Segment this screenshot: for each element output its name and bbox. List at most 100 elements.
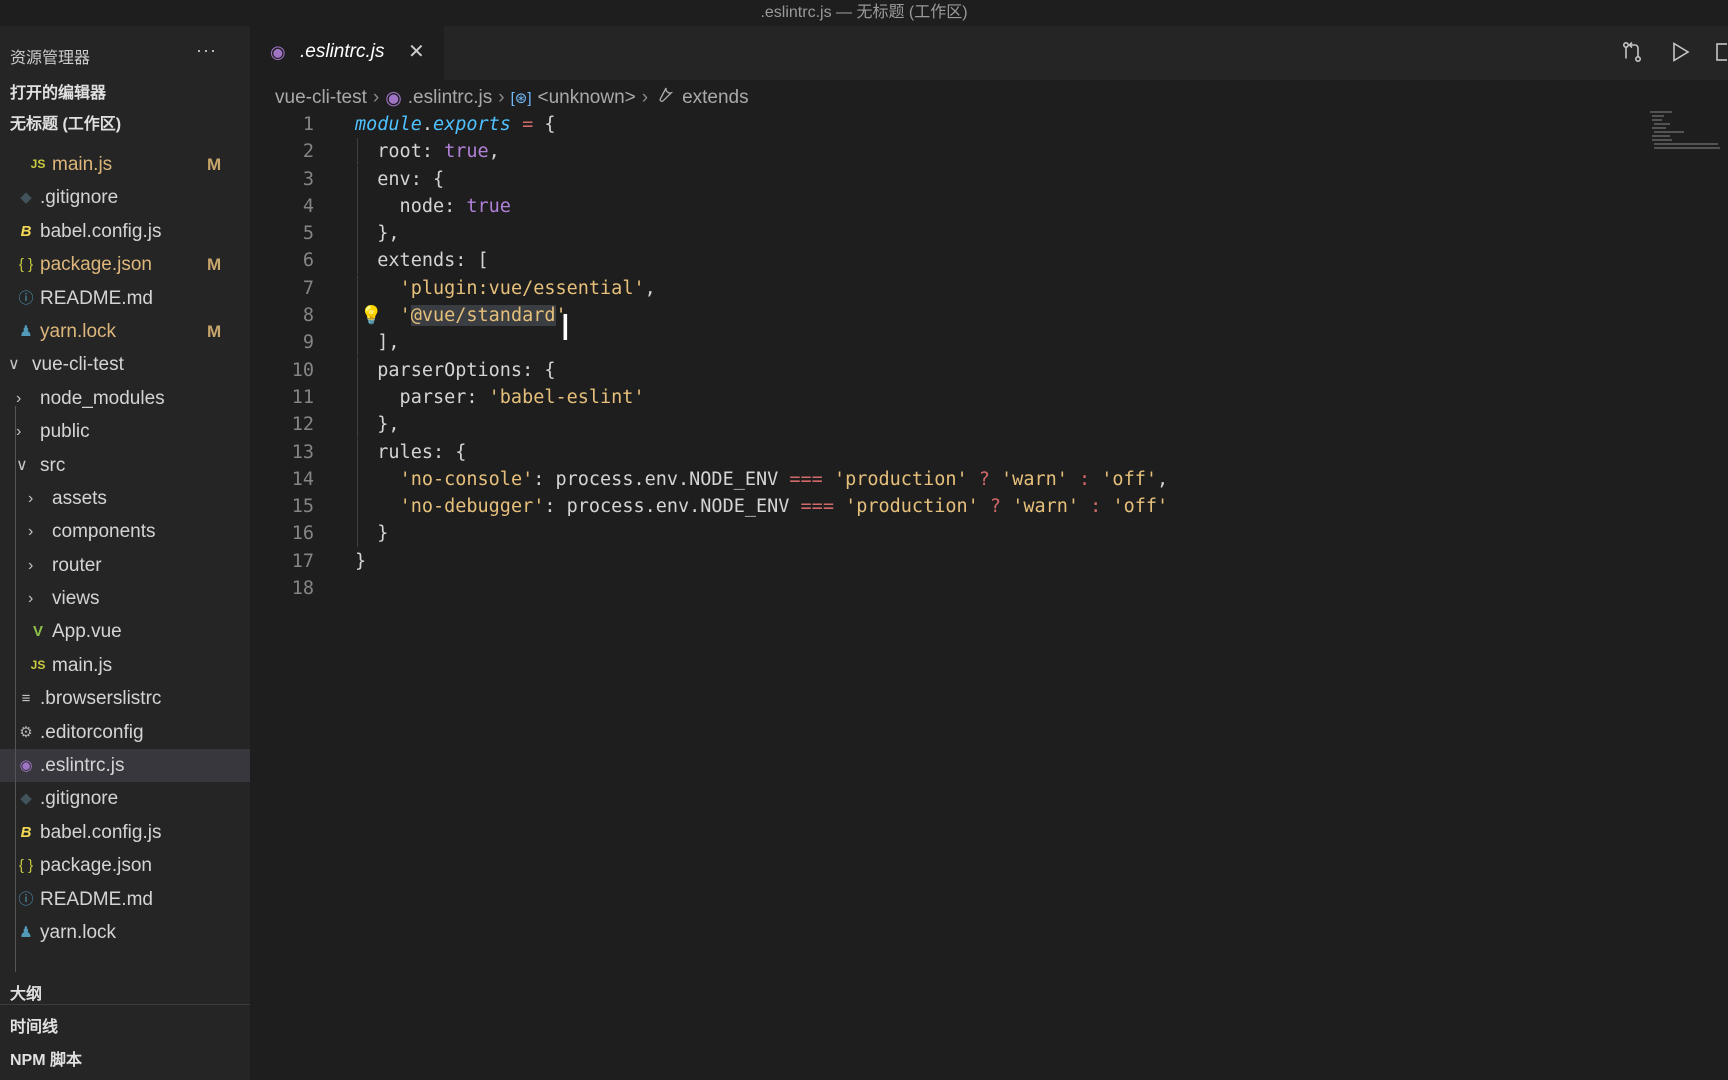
line-number: 4 xyxy=(302,195,314,217)
wrench-icon xyxy=(654,85,674,111)
code-line: 8 💡 '@vue/standard' xyxy=(0,302,1650,330)
code-token: 'warn' xyxy=(1012,496,1080,518)
code-text: parser: 'babel-eslint' xyxy=(355,384,645,411)
code-editor[interactable]: 1 module.exports = {2 root: true, 3 env: {… xyxy=(0,111,1650,602)
tree-item-label: App.vue xyxy=(52,621,122,643)
code-text: module.exports = { xyxy=(355,111,556,138)
babel-file-icon: B xyxy=(20,823,32,841)
breadcrumb-symbol[interactable]: <unknown> xyxy=(537,87,635,109)
tree-item[interactable]: ⓘ README.md xyxy=(0,883,250,916)
tab-eslintrc[interactable]: ◉ .eslintrc.js ✕ xyxy=(250,26,444,80)
code-token: extends: [ xyxy=(355,250,489,272)
breadcrumb-folder[interactable]: vue-cli-test xyxy=(275,87,367,109)
line-number: 17 xyxy=(291,550,314,572)
code-token: @vue/standard xyxy=(410,305,556,327)
tree-item-label: .gitignore xyxy=(40,788,119,810)
code-text: 'no-console': process.env.NODE_ENV === '… xyxy=(355,466,1169,493)
window-title: .eslintrc.js — 无标题 (工作区) xyxy=(0,0,1728,26)
code-line: 4 node: true xyxy=(0,192,1650,220)
code-token: ' xyxy=(399,305,411,327)
tree-item[interactable]: Bbabel.config.js xyxy=(0,816,250,849)
line-number: 11 xyxy=(291,386,314,408)
variable-symbol-icon: [⊛] xyxy=(510,90,532,107)
tree-item[interactable]: V App.vue xyxy=(0,615,250,648)
tree-item-label: main.js xyxy=(52,654,113,676)
code-token: rules: { xyxy=(355,441,467,463)
code-token: 'no-debugger' xyxy=(399,496,545,518)
open-editors-section[interactable]: 打开的编辑器 xyxy=(10,79,106,103)
outline-panel[interactable]: 大纲 xyxy=(0,978,250,1011)
close-icon[interactable]: ✕ xyxy=(408,39,425,64)
tree-item-label: .eslintrc.js xyxy=(40,755,125,777)
code-text: parserOptions: { xyxy=(355,357,555,384)
npm-scripts-panel[interactable]: NPM 脚本 xyxy=(0,1044,250,1077)
code-token: }, xyxy=(355,223,400,245)
code-token: = xyxy=(522,114,534,135)
code-token: 'off' xyxy=(1101,468,1157,490)
tree-item-label: babel.config.js xyxy=(40,821,162,843)
line-number: 7 xyxy=(302,277,314,299)
code-text: }, xyxy=(355,220,400,247)
code-token: : xyxy=(1090,496,1102,518)
tree-item[interactable]: JS main.js xyxy=(0,649,250,682)
code-line: 13 rules: { xyxy=(0,438,1650,466)
code-line: 17} xyxy=(0,548,1650,575)
tree-item[interactable]: ◉ .eslintrc.js xyxy=(0,749,250,783)
tree-item[interactable]: { } package.json xyxy=(0,849,250,882)
list-file-icon: ≡ xyxy=(21,690,31,708)
breadcrumb-property[interactable]: extends xyxy=(682,87,749,109)
chevron-right-icon: › xyxy=(498,87,505,108)
split-editor-icon[interactable] xyxy=(1715,40,1728,70)
more-actions-icon[interactable]: ··· xyxy=(196,40,217,61)
json-file-icon: { } xyxy=(18,857,34,875)
tree-item-label: yarn.lock xyxy=(40,921,117,943)
tree-item[interactable]: ⚙ .editorconfig xyxy=(0,716,250,749)
code-line: 16 } xyxy=(0,520,1650,548)
code-text: node: true xyxy=(355,193,511,220)
code-token: node: xyxy=(355,195,467,217)
tree-item-label: README.md xyxy=(40,888,153,910)
code-line: 5 }, xyxy=(0,220,1650,248)
code-token: 'babel-eslint' xyxy=(488,386,645,408)
code-line: 18 xyxy=(0,575,1650,602)
code-line: 6 extends: [ xyxy=(0,247,1650,275)
chevron-right-icon: › xyxy=(641,87,649,108)
code-token: env: { xyxy=(355,168,445,190)
tree-item[interactable]: ◆ .gitignore xyxy=(0,782,250,815)
line-number: 9 xyxy=(302,332,314,354)
timeline-panel[interactable]: 时间线 xyxy=(0,1011,250,1044)
explorer-header: 资源管理器 ··· xyxy=(0,26,250,80)
code-line: 9 ], xyxy=(0,329,1650,357)
code-token: } xyxy=(355,523,389,545)
line-number: 15 xyxy=(291,496,314,518)
breadcrumb-file[interactable]: .eslintrc.js xyxy=(408,87,492,109)
vue-file-icon: V xyxy=(32,623,43,641)
code-text: rules: { xyxy=(355,439,466,466)
code-token: true xyxy=(466,195,511,217)
code-text: }, xyxy=(355,411,399,438)
yarn-file-icon: ♟ xyxy=(19,923,33,941)
run-icon[interactable] xyxy=(1668,40,1692,70)
code-token: module xyxy=(355,114,422,135)
line-number: 1 xyxy=(302,114,314,135)
tree-item-label: .editorconfig xyxy=(40,721,144,743)
code-line: 14 'no-console': process.env.NODE_ENV ==… xyxy=(0,465,1650,493)
code-line: 12 }, xyxy=(0,411,1650,439)
source-control-compare-icon[interactable] xyxy=(1620,40,1644,70)
line-number: 6 xyxy=(302,250,314,272)
code-token: === xyxy=(800,496,834,518)
line-number: 18 xyxy=(291,578,314,600)
code-token: . xyxy=(421,114,433,135)
minimap[interactable] xyxy=(1650,111,1722,155)
code-text: env: { xyxy=(355,166,444,193)
code-token: 'production' xyxy=(833,468,968,490)
tree-item[interactable]: ≡ .browserslistrc xyxy=(0,682,250,715)
tree-item[interactable]: ♟ yarn.lock xyxy=(0,916,250,949)
